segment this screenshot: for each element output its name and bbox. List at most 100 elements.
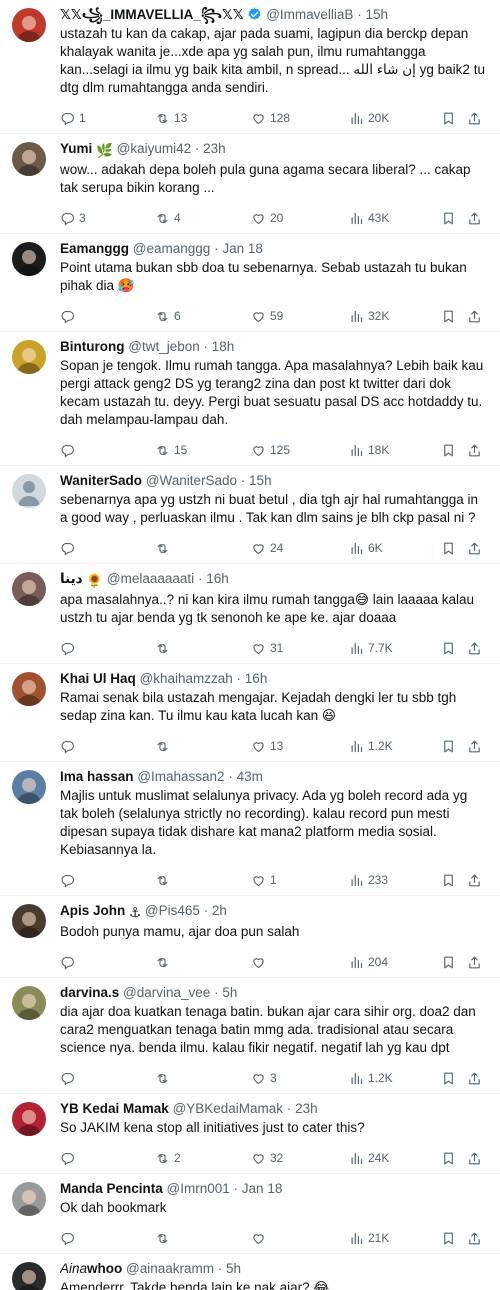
repost-button[interactable] xyxy=(155,739,251,754)
bookmark-button[interactable] xyxy=(441,309,467,324)
user-handle[interactable]: @Pis465 xyxy=(145,903,200,918)
reply-button[interactable] xyxy=(60,1151,155,1166)
bookmark-button[interactable] xyxy=(441,641,467,656)
reply-button[interactable]: 1 xyxy=(60,111,155,126)
share-button[interactable] xyxy=(467,1071,487,1086)
bookmark-button[interactable] xyxy=(441,1071,467,1086)
timestamp[interactable]: 2h xyxy=(212,903,227,918)
avatar[interactable] xyxy=(12,1182,46,1216)
like-button[interactable]: 32 xyxy=(251,1151,349,1166)
user-handle[interactable]: @darvina_vee xyxy=(123,985,210,1000)
display-name[interactable]: Manda Pencinta xyxy=(60,1181,163,1196)
share-button[interactable] xyxy=(467,211,487,226)
views-button[interactable]: 24K xyxy=(349,1151,441,1166)
views-button[interactable]: 32K xyxy=(349,309,441,324)
timestamp[interactable]: Jan 18 xyxy=(222,241,263,256)
views-button[interactable]: 1.2K xyxy=(349,739,441,754)
views-button[interactable]: 18K xyxy=(349,443,441,458)
share-button[interactable] xyxy=(467,309,487,324)
avatar[interactable] xyxy=(12,8,46,42)
display-name[interactable]: YB Kedai Mamak xyxy=(60,1101,169,1116)
reply-button[interactable] xyxy=(60,1071,155,1086)
timestamp[interactable]: 23h xyxy=(295,1101,318,1116)
avatar[interactable] xyxy=(12,770,46,804)
timestamp[interactable]: 23h xyxy=(203,141,226,156)
tweet[interactable]: Khai Ul Haq @khaihamzzah · 16h Ramai sen… xyxy=(0,664,500,762)
views-button[interactable]: 43K xyxy=(349,211,441,226)
tweet[interactable]: WaniterSado @WaniterSado · 15h sebenarny… xyxy=(0,466,500,564)
bookmark-button[interactable] xyxy=(441,955,467,970)
bookmark-button[interactable] xyxy=(441,111,467,126)
tweet[interactable]: darvina.s @darvina_vee · 5h dia ajar doa… xyxy=(0,978,500,1094)
reply-button[interactable] xyxy=(60,443,155,458)
timestamp[interactable]: 18h xyxy=(212,339,235,354)
display-name[interactable]: Ima hassan xyxy=(60,769,134,784)
avatar[interactable] xyxy=(12,572,46,606)
reply-button[interactable] xyxy=(60,641,155,656)
display-name[interactable]: darvina.s xyxy=(60,985,119,1000)
reply-button[interactable] xyxy=(60,1231,155,1246)
reply-button[interactable] xyxy=(60,309,155,324)
tweet[interactable]: Manda Pencinta @Imrn001 · Jan 18 Ok dah … xyxy=(0,1174,500,1254)
bookmark-button[interactable] xyxy=(441,873,467,888)
timestamp[interactable]: Jan 18 xyxy=(242,1181,283,1196)
display-name[interactable]: Ainawhoo xyxy=(60,1261,122,1276)
display-name[interactable]: 𝕏𝕏꧁_IMMAVELLIA_꧂𝕏𝕏 xyxy=(60,7,244,22)
reply-button[interactable]: 3 xyxy=(60,211,155,226)
user-handle[interactable]: @kaiyumi42 xyxy=(117,141,191,156)
bookmark-button[interactable] xyxy=(441,541,467,556)
repost-button[interactable]: 2 xyxy=(155,1151,251,1166)
share-button[interactable] xyxy=(467,641,487,656)
avatar[interactable] xyxy=(12,1262,46,1290)
bookmark-button[interactable] xyxy=(441,443,467,458)
tweet[interactable]: دينا 🌻 @melaaaaaati · 16h apa masalahnya… xyxy=(0,564,500,664)
reply-button[interactable] xyxy=(60,955,155,970)
views-button[interactable]: 6K xyxy=(349,541,441,556)
tweet[interactable]: Binturong @twt_jebon · 18h Sopan je teng… xyxy=(0,332,500,466)
repost-button[interactable]: 13 xyxy=(155,111,251,126)
like-button[interactable] xyxy=(251,955,349,970)
tweet[interactable]: Ainawhoo @ainaakramm · 5h Amenderrr. Tak… xyxy=(0,1254,500,1290)
avatar[interactable] xyxy=(12,242,46,276)
avatar[interactable] xyxy=(12,1102,46,1136)
share-button[interactable] xyxy=(467,111,487,126)
user-handle[interactable]: @YBKedaiMamak xyxy=(173,1101,284,1116)
repost-button[interactable] xyxy=(155,955,251,970)
bookmark-button[interactable] xyxy=(441,739,467,754)
timestamp[interactable]: 15h xyxy=(249,473,272,488)
avatar[interactable] xyxy=(12,340,46,374)
repost-button[interactable]: 6 xyxy=(155,309,251,324)
share-button[interactable] xyxy=(467,541,487,556)
tweet[interactable]: Yumi 🌿 @kaiyumi42 · 23h wow... adakah de… xyxy=(0,134,500,234)
share-button[interactable] xyxy=(467,443,487,458)
bookmark-button[interactable] xyxy=(441,211,467,226)
avatar[interactable] xyxy=(12,986,46,1020)
repost-button[interactable] xyxy=(155,873,251,888)
user-handle[interactable]: @khaihamzzah xyxy=(140,671,233,686)
views-button[interactable]: 20K xyxy=(349,111,441,126)
repost-button[interactable]: 15 xyxy=(155,443,251,458)
avatar[interactable] xyxy=(12,904,46,938)
views-button[interactable]: 7.7K xyxy=(349,641,441,656)
display-name[interactable]: Yumi 🌿 xyxy=(60,141,113,158)
repost-button[interactable] xyxy=(155,1231,251,1246)
repost-button[interactable] xyxy=(155,641,251,656)
display-name[interactable]: Binturong xyxy=(60,339,124,354)
display-name[interactable]: Khai Ul Haq xyxy=(60,671,136,686)
share-button[interactable] xyxy=(467,873,487,888)
repost-button[interactable]: 4 xyxy=(155,211,251,226)
like-button[interactable]: 24 xyxy=(251,541,349,556)
timestamp[interactable]: 16h xyxy=(245,671,268,686)
like-button[interactable]: 3 xyxy=(251,1071,349,1086)
reply-button[interactable] xyxy=(60,873,155,888)
display-name[interactable]: Apis John ⚓ xyxy=(60,903,141,920)
repost-button[interactable] xyxy=(155,541,251,556)
reply-button[interactable] xyxy=(60,541,155,556)
share-button[interactable] xyxy=(467,1231,487,1246)
views-button[interactable]: 1.2K xyxy=(349,1071,441,1086)
user-handle[interactable]: @Imahassan2 xyxy=(137,769,224,784)
tweet[interactable]: YB Kedai Mamak @YBKedaiMamak · 23h So JA… xyxy=(0,1094,500,1174)
user-handle[interactable]: @twt_jebon xyxy=(128,339,200,354)
user-handle[interactable]: @ainaakramm xyxy=(126,1261,214,1276)
user-handle[interactable]: @melaaaaaati xyxy=(107,571,194,586)
